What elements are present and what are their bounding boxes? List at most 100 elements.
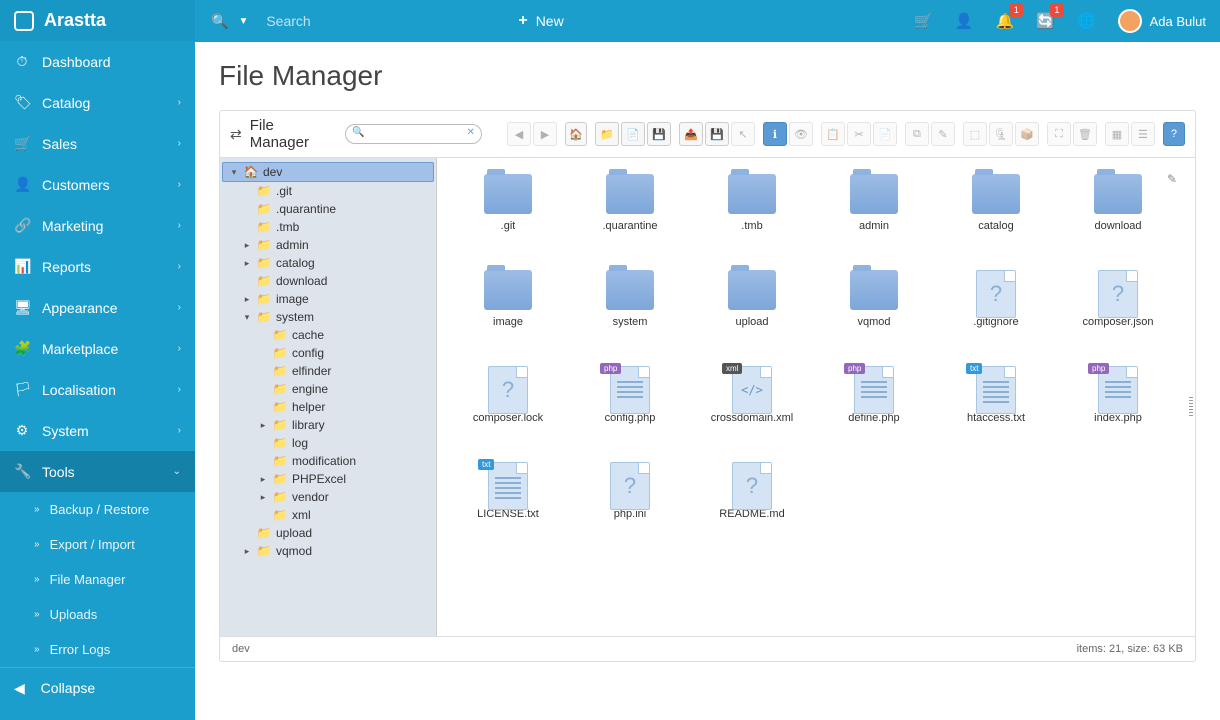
tree-node[interactable]: 📁.git <box>220 182 436 200</box>
refresh-icon[interactable]: 🔄1 <box>1036 12 1055 30</box>
preview-button[interactable]: 👁 <box>789 122 813 146</box>
sidebar-item-reports[interactable]: 📊Reports› <box>0 246 195 287</box>
tree-node[interactable]: ▾📁system <box>220 308 436 326</box>
tree-node[interactable]: 📁log <box>220 434 436 452</box>
file-item[interactable]: ?composer.lock <box>447 362 569 452</box>
tree-arrow-icon[interactable]: ▸ <box>258 492 268 503</box>
rename-button[interactable]: ✎ <box>931 122 955 146</box>
fm-tree[interactable]: ▾ 🏠 dev 📁.git📁.quarantine📁.tmb▸📁admin▸📁c… <box>220 158 437 636</box>
file-item[interactable]: phpdefine.php <box>813 362 935 452</box>
file-item[interactable]: phpconfig.php <box>569 362 691 452</box>
extract-button[interactable]: 📦 <box>1015 122 1039 146</box>
tree-node[interactable]: 📁.tmb <box>220 218 436 236</box>
search-input[interactable] <box>266 13 446 29</box>
tree-node[interactable]: 📁cache <box>220 326 436 344</box>
tree-arrow-icon[interactable]: ▾ <box>229 167 239 178</box>
folder-item[interactable]: image <box>447 266 569 356</box>
tree-node[interactable]: 📁upload <box>220 524 436 542</box>
fm-search-clear-icon[interactable]: ✕ <box>466 127 474 138</box>
forward-button[interactable]: ▶ <box>533 122 557 146</box>
folder-item[interactable]: .quarantine <box>569 170 691 260</box>
folder-item[interactable]: .tmb <box>691 170 813 260</box>
search-icon[interactable]: 🔍 <box>211 13 228 30</box>
new-button[interactable]: + New <box>502 12 579 30</box>
cut-button[interactable]: ✂ <box>847 122 871 146</box>
folder-item[interactable]: download <box>1057 170 1179 260</box>
tree-node[interactable]: 📁config <box>220 344 436 362</box>
tree-arrow-icon[interactable]: ▸ <box>258 474 268 485</box>
file-item[interactable]: ?php.ini <box>569 458 691 548</box>
view-icons-button[interactable]: ▦ <box>1105 122 1129 146</box>
sidebar-item-customers[interactable]: 👤Customers› <box>0 164 195 205</box>
tree-node[interactable]: ▸📁catalog <box>220 254 436 272</box>
tree-node[interactable]: ▸📁image <box>220 290 436 308</box>
sidebar-subitem-uploads[interactable]: »Uploads <box>0 597 195 632</box>
paste-button[interactable]: 📄 <box>873 122 897 146</box>
tree-arrow-icon[interactable]: ▸ <box>242 546 252 557</box>
search-caret-icon[interactable]: ▼ <box>238 16 248 27</box>
tree-node[interactable]: 📁engine <box>220 380 436 398</box>
sidebar-collapse[interactable]: ◀ Collapse <box>0 667 195 709</box>
sidebar-subitem-error-logs[interactable]: »Error Logs <box>0 632 195 667</box>
file-item[interactable]: ?README.md <box>691 458 813 548</box>
back-button[interactable]: ◀ <box>507 122 531 146</box>
tree-node[interactable]: ▸📁admin <box>220 236 436 254</box>
folder-item[interactable]: catalog <box>935 170 1057 260</box>
sidebar-subitem-file-manager[interactable]: »File Manager <box>0 562 195 597</box>
folder-item[interactable]: .git <box>447 170 569 260</box>
file-item[interactable]: txthtaccess.txt <box>935 362 1057 452</box>
sidebar-item-system[interactable]: ⚙System› <box>0 410 195 451</box>
info-button[interactable]: ℹ <box>763 122 787 146</box>
sidebar-item-dashboard[interactable]: ⏱Dashboard <box>0 41 195 82</box>
file-item[interactable]: ?composer.json <box>1057 266 1179 356</box>
sidebar-item-tools[interactable]: 🔧Tools⌄ <box>0 451 195 492</box>
tree-arrow-icon[interactable]: ▾ <box>242 312 252 323</box>
swap-icon[interactable]: ⇄ <box>230 126 242 143</box>
tree-arrow-icon[interactable]: ▸ <box>242 240 252 251</box>
help-button[interactable]: ? <box>1163 122 1185 146</box>
tree-node[interactable]: ▸📁vendor <box>220 488 436 506</box>
folder-item[interactable]: system <box>569 266 691 356</box>
archive-button[interactable]: 🗜 <box>989 122 1013 146</box>
view-list-button[interactable]: ☰ <box>1131 122 1155 146</box>
tree-node[interactable]: ▸📁library <box>220 416 436 434</box>
tree-node[interactable]: 📁elfinder <box>220 362 436 380</box>
upload-button[interactable]: 📤 <box>679 122 703 146</box>
fm-search-input[interactable] <box>345 124 481 144</box>
cart-icon[interactable]: 🛒 <box>914 12 933 30</box>
new-file-button[interactable]: 📄 <box>621 122 645 146</box>
sidebar-item-marketing[interactable]: 🔗Marketing› <box>0 205 195 246</box>
resize-button[interactable]: ⛶ <box>1047 122 1071 146</box>
file-item[interactable]: txtLICENSE.txt <box>447 458 569 548</box>
sidebar-subitem-backup-restore[interactable]: »Backup / Restore <box>0 492 195 527</box>
tree-node[interactable]: 📁download <box>220 272 436 290</box>
cursor-button[interactable]: ↖ <box>731 122 755 146</box>
download-button[interactable]: 💾 <box>705 122 729 146</box>
sidebar-item-catalog[interactable]: 🏷Catalog› <box>0 82 195 123</box>
fm-files-pane[interactable]: ✎ .git.quarantine.tmbadmincatalogdownloa… <box>437 158 1195 636</box>
select-all-button[interactable]: ⬚ <box>963 122 987 146</box>
file-item[interactable]: ?.gitignore <box>935 266 1057 356</box>
sidebar-item-localisation[interactable]: 🏳Localisation› <box>0 369 195 410</box>
duplicate-button[interactable]: ⧉ <box>905 122 929 146</box>
delete-button[interactable]: 🗑 <box>1073 122 1097 146</box>
sidebar-subitem-export-import[interactable]: »Export / Import <box>0 527 195 562</box>
tree-arrow-icon[interactable]: ▸ <box>242 258 252 269</box>
file-item[interactable]: </>xmlcrossdomain.xml <box>691 362 813 452</box>
tree-root[interactable]: ▾ 🏠 dev <box>222 162 434 182</box>
sidebar-item-sales[interactable]: 🛒Sales› <box>0 123 195 164</box>
globe-icon[interactable]: 🌐 <box>1077 12 1096 30</box>
tree-arrow-icon[interactable]: ▸ <box>258 420 268 431</box>
sidebar-item-appearance[interactable]: 🖥Appearance› <box>0 287 195 328</box>
tree-node[interactable]: ▸📁PHPExcel <box>220 470 436 488</box>
brand[interactable]: Arastta <box>0 0 195 41</box>
folder-item[interactable]: admin <box>813 170 935 260</box>
tree-arrow-icon[interactable]: ▸ <box>242 294 252 305</box>
user-menu[interactable]: Ada Bulut <box>1118 9 1206 33</box>
bell-icon[interactable]: 🔔1 <box>996 12 1015 30</box>
home-button[interactable]: 🏠 <box>565 122 587 146</box>
folder-item[interactable]: vqmod <box>813 266 935 356</box>
file-item[interactable]: phpindex.php <box>1057 362 1179 452</box>
tree-node[interactable]: 📁helper <box>220 398 436 416</box>
user-icon[interactable]: 👤 <box>955 12 974 30</box>
